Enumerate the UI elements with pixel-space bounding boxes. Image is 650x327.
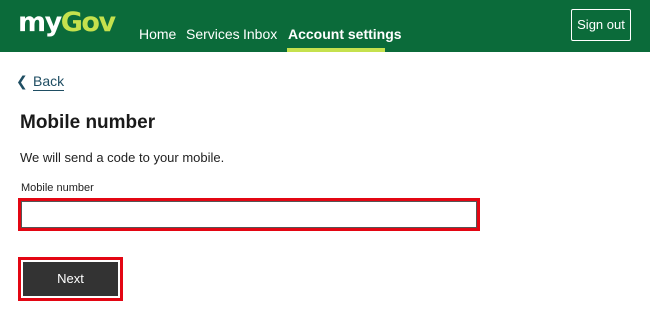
next-button[interactable]: Next — [23, 262, 118, 296]
mobile-number-highlight — [18, 198, 480, 231]
intro-text: We will send a code to your mobile. — [20, 150, 225, 165]
top-navigation-bar: myGov Home Services Inbox Account settin… — [0, 0, 650, 52]
next-button-highlight: Next — [18, 257, 123, 301]
sign-out-button[interactable]: Sign out — [571, 9, 631, 41]
logo-text-my: my — [18, 7, 62, 38]
page-title: Mobile number — [20, 112, 156, 133]
chevron-left-icon: ❮ — [16, 73, 28, 89]
back-link[interactable]: ❮ Back — [16, 72, 65, 92]
logo-text-gov: Gov — [60, 7, 116, 38]
active-nav-indicator — [287, 48, 385, 52]
back-link-label: Back — [33, 73, 65, 91]
mobile-number-label: Mobile number — [21, 182, 94, 194]
mygov-logo[interactable]: myGov — [18, 6, 116, 40]
nav-home[interactable]: Home — [139, 25, 176, 43]
nav-account-settings[interactable]: Account settings — [288, 25, 402, 43]
mobile-number-input[interactable] — [21, 201, 477, 228]
nav-services[interactable]: Services — [186, 25, 240, 43]
nav-inbox[interactable]: Inbox — [243, 25, 277, 43]
